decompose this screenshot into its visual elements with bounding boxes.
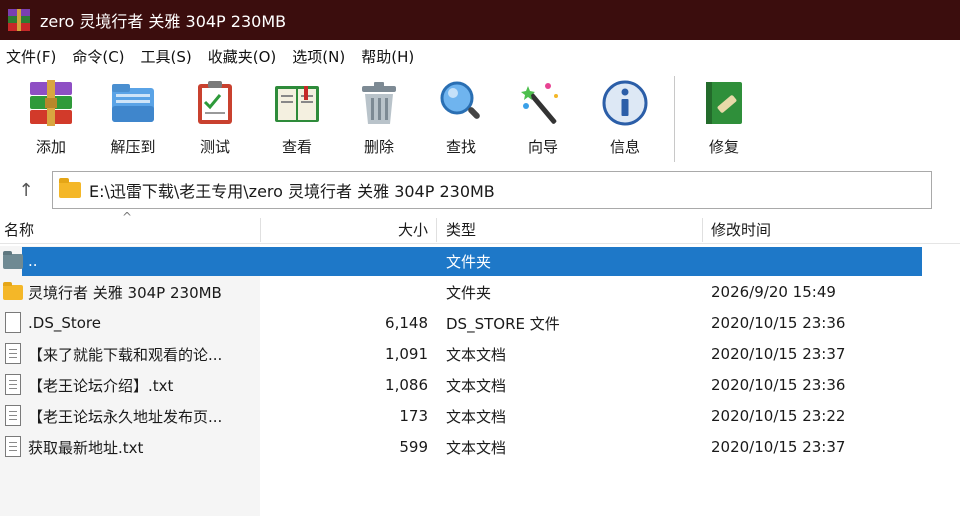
file-type: 文件夹 — [446, 283, 492, 302]
text-file-icon — [5, 405, 21, 426]
file-size — [262, 246, 428, 276]
menu-bar: 文件(F) 命令(C) 工具(S) 收藏夹(O) 选项(N) 帮助(H) — [0, 40, 960, 72]
file-name: 【老王论坛永久地址发布页... — [28, 407, 223, 426]
test-button[interactable]: 测试 — [174, 72, 256, 162]
file-size: 1,086 — [385, 376, 428, 394]
trash-can-icon — [354, 78, 404, 128]
file-type: 文本文档 — [446, 376, 507, 395]
file-name: 获取最新地址.txt — [28, 438, 144, 457]
column-type[interactable]: 类型 — [446, 214, 696, 244]
menu-options[interactable]: 选项(N) — [288, 46, 355, 67]
table-row-parent[interactable]: .. 文件夹 — [0, 246, 960, 276]
magnifier-icon — [436, 78, 486, 128]
file-type: 文本文档 — [446, 345, 507, 364]
table-row[interactable]: 【老王论坛永久地址发布页... 173 文本文档 2020/10/15 23:2… — [0, 401, 960, 431]
file-modified — [711, 246, 931, 276]
text-file-icon — [5, 343, 21, 364]
file-name: 【来了就能下载和观看的论... — [28, 345, 223, 364]
file-name: .DS_Store — [28, 314, 101, 332]
text-file-icon — [5, 436, 21, 457]
file-modified: 2020/10/15 23:37 — [711, 345, 846, 363]
wizard-button[interactable]: 向导 — [502, 72, 584, 162]
extract-label: 解压到 — [110, 138, 156, 156]
menu-favorites[interactable]: 收藏夹(O) — [204, 46, 287, 67]
repair-label: 修复 — [708, 138, 739, 156]
toolbar: 添加 解压到 测试 查看 删除 查找 向导 信息 修复 — [0, 72, 960, 164]
file-name: 【老王论坛介绍】.txt — [28, 376, 174, 395]
file-size: 599 — [399, 438, 428, 456]
view-label: 查看 — [281, 138, 312, 156]
address-path: E:\迅雷下载\老王专用\zero 灵境行者 关雅 304P 230MB — [89, 182, 495, 201]
column-header: ^ 名称 大小 类型 修改时间 — [0, 210, 960, 244]
info-label: 信息 — [609, 138, 640, 156]
file-modified: 2026/9/20 15:49 — [711, 283, 836, 301]
file-modified: 2020/10/15 23:22 — [711, 407, 846, 425]
magic-wand-icon — [518, 78, 568, 128]
delete-button[interactable]: 删除 — [338, 72, 420, 162]
file-name: 灵境行者 关雅 304P 230MB — [28, 283, 222, 302]
books-archive-icon — [26, 78, 76, 128]
address-row: ↑ E:\迅雷下载\老王专用\zero 灵境行者 关雅 304P 230MB — [0, 168, 960, 212]
file-modified: 2020/10/15 23:36 — [711, 314, 846, 332]
info-circle-icon — [600, 78, 650, 128]
column-modified[interactable]: 修改时间 — [711, 214, 931, 244]
table-row[interactable]: 获取最新地址.txt 599 文本文档 2020/10/15 23:37 — [0, 432, 960, 462]
clipboard-check-icon — [190, 78, 240, 128]
extract-button[interactable]: 解压到 — [92, 72, 174, 162]
file-modified: 2020/10/15 23:37 — [711, 438, 846, 456]
delete-label: 删除 — [363, 138, 394, 156]
folder-icon — [3, 282, 23, 300]
text-file-icon — [5, 374, 21, 395]
column-size[interactable]: 大小 — [262, 214, 428, 244]
menu-command[interactable]: 命令(C) — [68, 46, 134, 67]
folder-icon — [59, 178, 81, 198]
window-title: zero 灵境行者 关雅 304P 230MB — [40, 12, 287, 31]
file-type: DS_STORE 文件 — [446, 314, 560, 333]
view-button[interactable]: 查看 — [256, 72, 338, 162]
file-list: ^ 名称 大小 类型 修改时间 .. 文件夹 灵境行者 关雅 304P 230M… — [0, 210, 960, 516]
parent-folder-icon — [3, 251, 23, 269]
menu-help[interactable]: 帮助(H) — [357, 46, 424, 67]
toolbar-separator — [674, 76, 675, 162]
column-divider[interactable] — [702, 218, 703, 242]
table-row[interactable]: .DS_Store 6,148 DS_STORE 文件 2020/10/15 2… — [0, 308, 960, 338]
file-type: 文本文档 — [446, 407, 507, 426]
table-row[interactable]: 【老王论坛介绍】.txt 1,086 文本文档 2020/10/15 23:36 — [0, 370, 960, 400]
info-button[interactable]: 信息 — [584, 72, 666, 162]
add-button[interactable]: 添加 — [10, 72, 92, 162]
column-divider[interactable] — [436, 218, 437, 242]
address-bar[interactable]: E:\迅雷下载\老王专用\zero 灵境行者 关雅 304P 230MB — [52, 171, 932, 209]
file-type: 文件夹 — [446, 252, 492, 271]
extract-folder-icon — [108, 78, 158, 128]
table-row[interactable]: 【来了就能下载和观看的论... 1,091 文本文档 2020/10/15 23… — [0, 339, 960, 369]
file-size: 173 — [399, 407, 428, 425]
file-size: 1,091 — [385, 345, 428, 363]
up-arrow-icon[interactable]: ↑ — [0, 170, 52, 210]
file-icon — [5, 312, 21, 333]
open-book-icon — [272, 78, 322, 128]
table-row[interactable]: 灵境行者 关雅 304P 230MB 文件夹 2026/9/20 15:49 — [0, 277, 960, 307]
column-divider[interactable] — [260, 218, 261, 242]
add-label: 添加 — [35, 138, 66, 156]
menu-tools[interactable]: 工具(S) — [137, 46, 202, 67]
column-name[interactable]: 名称 — [4, 214, 258, 244]
file-name: .. — [28, 252, 38, 270]
file-size — [262, 277, 428, 307]
test-label: 测试 — [199, 138, 230, 156]
file-modified: 2020/10/15 23:36 — [711, 376, 846, 394]
find-label: 查找 — [445, 138, 476, 156]
menu-file[interactable]: 文件(F) — [2, 46, 66, 67]
file-type: 文本文档 — [446, 438, 507, 457]
wizard-label: 向导 — [527, 138, 558, 156]
title-bar: zero 灵境行者 关雅 304P 230MB — [0, 0, 960, 40]
file-size: 6,148 — [385, 314, 428, 332]
winrar-app-icon — [8, 9, 30, 31]
repair-button[interactable]: 修复 — [689, 72, 759, 162]
find-button[interactable]: 查找 — [420, 72, 502, 162]
first-aid-book-icon — [699, 78, 749, 128]
